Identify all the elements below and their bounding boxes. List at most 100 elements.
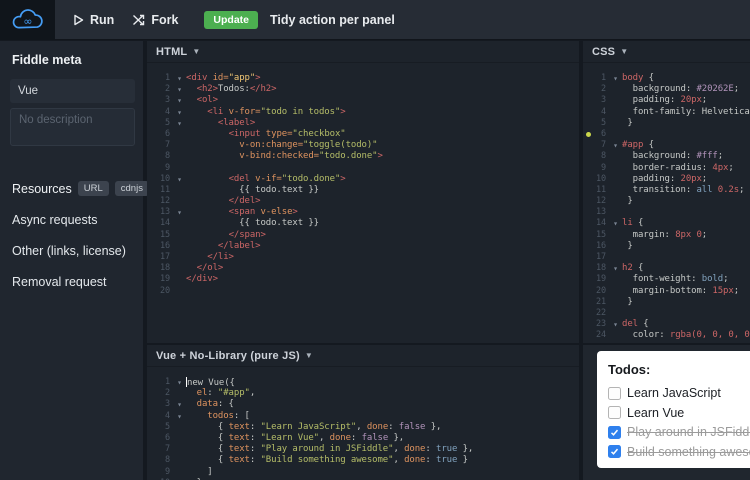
fold-arrow-icon[interactable]: ▾ <box>609 218 622 229</box>
todo-label: Learn Vue <box>627 406 684 420</box>
css-editor-panel: CSS ▼ 1▾body {2 background: #20262E;3 pa… <box>583 41 750 343</box>
code-line: 18▾h2 { <box>583 263 750 274</box>
js-code-editor[interactable]: 1▾new Vue({2 el: "#app",3▾ data: {4▾ tod… <box>147 367 579 480</box>
code-line: 12 </del> <box>147 196 579 207</box>
code-line: 16 } <box>583 241 750 252</box>
fold-arrow-icon[interactable]: ▾ <box>173 107 186 118</box>
code-line: 2 el: "#app", <box>147 388 579 399</box>
sidebar: Fiddle meta Resources URL cdnjs Async re… <box>0 41 145 480</box>
html-code-editor[interactable]: 1▾<div id="app">2▾ <h2>Todos:</h2>3▾ <ol… <box>147 63 579 297</box>
todo-label: Build something awesome <box>627 445 750 459</box>
fold-arrow-icon[interactable]: ▾ <box>173 118 186 129</box>
js-editor-panel: Vue + No-Library (pure JS) ▼ 1▾new Vue({… <box>147 345 579 480</box>
code-line: 16 </label> <box>147 241 579 252</box>
code-line: 14▾li { <box>583 218 750 229</box>
fold-arrow-icon[interactable]: ▾ <box>609 140 622 151</box>
fold-arrow-icon[interactable]: ▾ <box>173 84 186 95</box>
fold-arrow-icon[interactable]: ▾ <box>173 377 186 388</box>
code-line: 6 <input type="checkbox" <box>147 129 579 140</box>
code-line: 1▾<div id="app"> <box>147 73 579 84</box>
code-line: 3▾ <ol> <box>147 95 579 106</box>
code-line: 12 } <box>583 196 750 207</box>
play-icon <box>73 14 84 26</box>
css-panel-title: CSS <box>592 46 615 58</box>
code-line: 17 </li> <box>147 252 579 263</box>
code-line: 21 } <box>583 297 750 308</box>
run-label: Run <box>90 13 114 27</box>
fold-arrow-icon[interactable]: ▾ <box>173 399 186 410</box>
jsfiddle-logo[interactable]: ∞ <box>0 0 55 40</box>
code-line: 17 <box>583 252 750 263</box>
code-line: 20 margin-bottom: 15px; <box>583 286 750 297</box>
topbar: ∞ Run Fork Update Tidy action per panel <box>0 0 750 40</box>
code-line: 24 color: rgba(0, 0, 0, 0. <box>583 330 750 341</box>
fiddle-meta-heading: Fiddle meta <box>12 53 133 67</box>
todo-checkbox[interactable] <box>608 445 621 458</box>
chevron-down-icon[interactable]: ▼ <box>305 351 313 360</box>
code-line: 9 border-radius: 4px; <box>583 163 750 174</box>
todo-list: Learn JavaScript Learn Vue Play around in … <box>608 386 750 459</box>
chevron-down-icon[interactable]: ▼ <box>192 47 200 56</box>
result-app-card: Todos: Learn JavaScriptLearn VuePlay aro… <box>597 351 750 468</box>
run-button[interactable]: Run <box>73 13 114 27</box>
sidebar-link-other[interactable]: Other (links, license) <box>12 244 133 258</box>
code-line: 11 {{ todo.text }} <box>147 185 579 196</box>
html-panel-title: HTML <box>156 46 187 58</box>
js-panel-title: Vue + No-Library (pure JS) <box>156 350 300 362</box>
lint-marker-dot <box>586 132 591 137</box>
update-badge[interactable]: Update <box>204 11 258 29</box>
result-panel: Todos: Learn JavaScriptLearn VuePlay aro… <box>583 345 750 480</box>
code-line: 9 ] <box>147 467 579 478</box>
code-line: 10 padding: 20px; <box>583 174 750 185</box>
code-line: 2 background: #20262E; <box>583 84 750 95</box>
fiddle-title-input[interactable] <box>10 79 135 103</box>
fold-arrow-icon[interactable]: ▾ <box>173 174 186 185</box>
code-line: 11 transition: all 0.2s; <box>583 185 750 196</box>
code-line: 7▾#app { <box>583 140 750 151</box>
todo-item: Build something awesome <box>608 445 750 459</box>
code-line: 20 <box>147 286 579 297</box>
fold-arrow-icon[interactable]: ▾ <box>173 411 186 422</box>
fold-arrow-icon[interactable]: ▾ <box>609 263 622 274</box>
todo-item: Play around in JSFiddle <box>608 425 750 439</box>
code-line: 6 <box>583 129 750 140</box>
fiddle-description-input[interactable] <box>10 108 135 146</box>
code-line: 23▾del { <box>583 319 750 330</box>
code-line: 6 { text: "Learn Vue", done: false }, <box>147 433 579 444</box>
fold-arrow-icon[interactable]: ▾ <box>609 73 622 84</box>
code-line: 10▾ <del v-if="todo.done"> <box>147 174 579 185</box>
fold-arrow-icon[interactable]: ▾ <box>173 207 186 218</box>
resources-cdnjs-badge[interactable]: cdnjs <box>115 181 149 196</box>
todo-label: Learn JavaScript <box>627 386 721 400</box>
todo-item: Learn JavaScript <box>608 386 750 400</box>
todo-label: Play around in JSFiddle <box>627 425 750 439</box>
code-line: 8 background: #fff; <box>583 151 750 162</box>
fork-icon <box>132 14 145 26</box>
code-line: 15 </span> <box>147 230 579 241</box>
fold-arrow-icon[interactable]: ▾ <box>173 73 186 84</box>
cloud-infinity-icon: ∞ <box>11 8 45 32</box>
code-line: 19</div> <box>147 274 579 285</box>
code-line: 4▾ <li v-for="todo in todos"> <box>147 107 579 118</box>
fold-arrow-icon[interactable]: ▾ <box>609 319 622 330</box>
fold-arrow-icon[interactable]: ▾ <box>173 95 186 106</box>
todo-item: Learn Vue <box>608 406 750 420</box>
code-line: 15 margin: 8px 0; <box>583 230 750 241</box>
fork-button[interactable]: Fork <box>132 13 178 27</box>
resources-label: Resources <box>12 182 72 196</box>
todo-checkbox[interactable] <box>608 387 621 400</box>
css-code-editor[interactable]: 1▾body {2 background: #20262E;3 padding:… <box>583 63 750 342</box>
sidebar-link-async-requests[interactable]: Async requests <box>12 213 133 227</box>
todo-checkbox[interactable] <box>608 426 621 439</box>
code-line: 7 { text: "Play around in JSFiddle", don… <box>147 444 579 455</box>
chevron-down-icon[interactable]: ▼ <box>620 47 628 56</box>
code-line: 5 { text: "Learn JavaScript", done: fals… <box>147 422 579 433</box>
todo-checkbox[interactable] <box>608 406 621 419</box>
code-line: 8 v-bind:checked="todo.done"> <box>147 151 579 162</box>
resources-url-badge[interactable]: URL <box>78 181 109 196</box>
code-line: 3▾ data: { <box>147 399 579 410</box>
code-line: 13▾ <span v-else> <box>147 207 579 218</box>
sidebar-link-removal-request[interactable]: Removal request <box>12 275 133 289</box>
code-line: 4 font-family: Helvetica; <box>583 107 750 118</box>
fork-label: Fork <box>151 13 178 27</box>
